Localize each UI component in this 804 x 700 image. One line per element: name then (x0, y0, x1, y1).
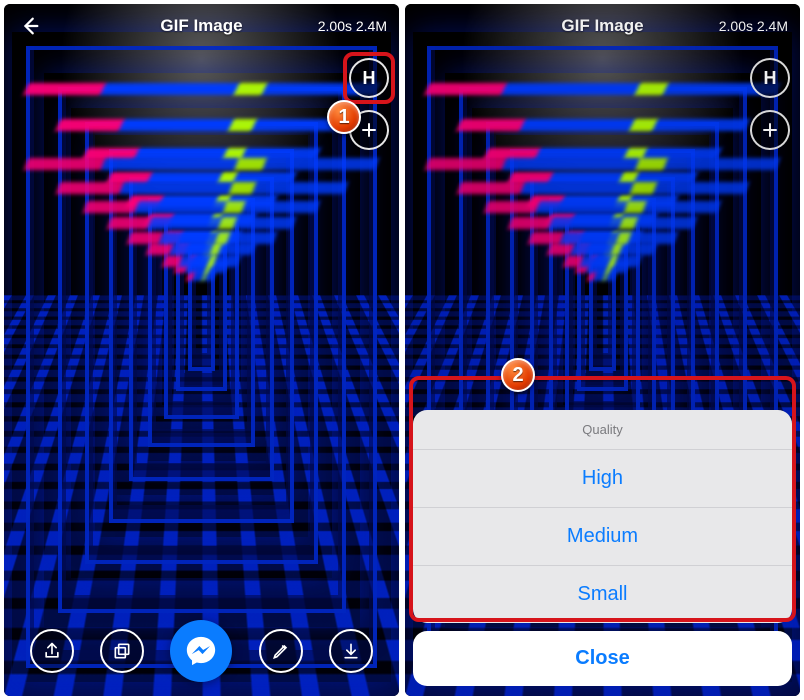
arrow-left-icon (19, 15, 41, 37)
sheet-close-button[interactable]: Close (413, 631, 792, 686)
quality-option-medium[interactable]: Medium (413, 508, 792, 566)
quality-option-small[interactable]: Small (413, 566, 792, 623)
sheet-title: Quality (413, 410, 792, 450)
download-icon (341, 641, 361, 661)
edit-button[interactable] (259, 629, 303, 673)
file-meta: 2.00s 2.4M (318, 18, 387, 34)
messenger-icon (184, 634, 218, 668)
add-button[interactable] (349, 110, 389, 150)
screenshot-right: GIF Image 2.00s 2.4M H Quality High Medi… (405, 4, 800, 696)
back-button[interactable] (16, 12, 44, 40)
frames-button[interactable] (100, 629, 144, 673)
download-button[interactable] (329, 629, 373, 673)
share-button[interactable] (30, 629, 74, 673)
quality-option-high[interactable]: High (413, 450, 792, 508)
preview-image (4, 4, 399, 696)
bottom-toolbar (4, 620, 399, 682)
pencil-icon (271, 641, 291, 661)
quality-button[interactable]: H (349, 58, 389, 98)
stack-icon (112, 641, 132, 661)
top-bar: GIF Image 2.00s 2.4M (4, 4, 399, 48)
messenger-button[interactable] (170, 620, 232, 682)
share-icon (42, 641, 62, 661)
screenshot-left: GIF Image 2.00s 2.4M H (4, 4, 399, 696)
plus-icon (360, 121, 378, 139)
quality-button-label: H (363, 68, 376, 89)
quality-action-sheet: Quality High Medium Small Close (413, 410, 792, 686)
